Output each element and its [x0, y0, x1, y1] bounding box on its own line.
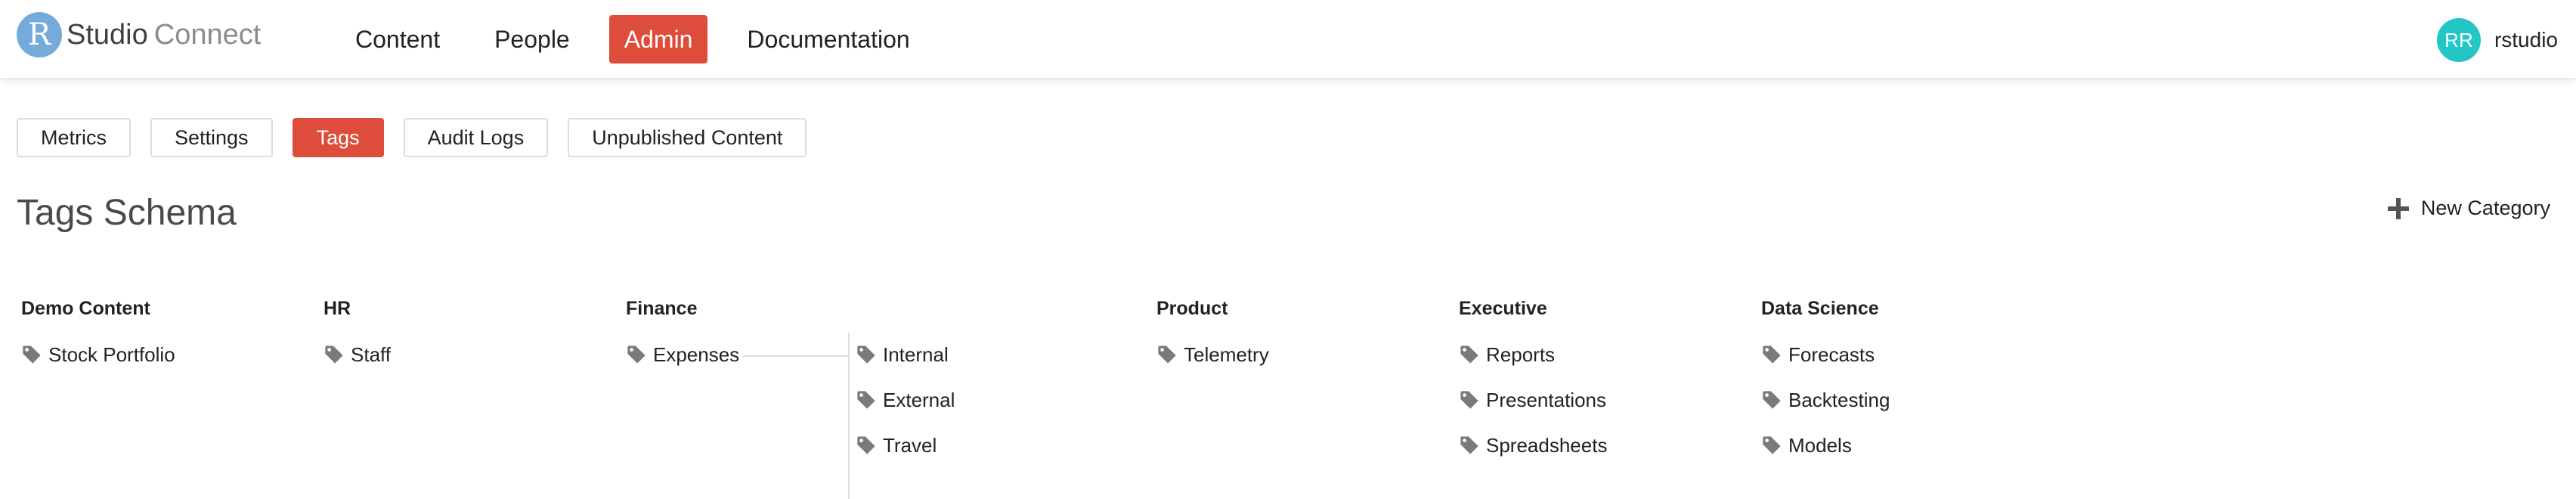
category-title[interactable]: Executive [1459, 298, 1607, 321]
tag-label: External [883, 388, 955, 411]
tag-item[interactable]: Reports [1459, 343, 1607, 366]
category-title[interactable]: Demo Content [21, 298, 175, 321]
category-hr: HR Staff [324, 298, 391, 389]
rstudio-connect-logo[interactable]: R Studio Connect [17, 12, 261, 57]
category-executive: Executive Reports Presentations Spreadsh… [1459, 298, 1607, 479]
r-logo-icon: R [17, 12, 62, 57]
tag-icon [1459, 389, 1480, 411]
username[interactable]: rstudio [2494, 28, 2558, 52]
nav-content[interactable]: Content [340, 15, 455, 64]
tag-item[interactable]: Staff [324, 343, 391, 366]
subtag-connector [742, 355, 848, 357]
tag-item[interactable]: Models [1761, 434, 1890, 457]
finance-subtags: Internal External Travel [856, 343, 955, 479]
tag-item[interactable]: Telemetry [1156, 343, 1269, 366]
category-title[interactable]: Product [1156, 298, 1269, 321]
tag-item[interactable]: Forecasts [1761, 343, 1890, 366]
tag-item[interactable]: Stock Portfolio [21, 343, 175, 366]
new-category-label: New Category [2420, 197, 2550, 219]
tag-label: Backtesting [1788, 388, 1890, 411]
plus-icon [2387, 197, 2409, 219]
subtag-divider [848, 333, 850, 499]
tag-icon [1761, 389, 1782, 411]
category-finance: Finance Expenses [626, 298, 739, 389]
nav-documentation[interactable]: Documentation [732, 15, 924, 64]
tag-item[interactable]: Travel [856, 434, 955, 457]
tag-icon [626, 344, 647, 365]
tag-label: Presentations [1486, 388, 1606, 411]
category-demo-content: Demo Content Stock Portfolio [21, 298, 175, 389]
tag-label: Internal [883, 342, 949, 366]
category-title[interactable]: HR [324, 298, 391, 321]
logo-name: Studio [67, 18, 148, 51]
nav-people[interactable]: People [479, 15, 585, 64]
category-title[interactable]: Finance [626, 298, 739, 321]
tag-label: Telemetry [1184, 342, 1269, 366]
tag-label: Forecasts [1788, 342, 1875, 366]
tab-unpublished-content[interactable]: Unpublished Content [568, 118, 807, 157]
tag-label: Travel [883, 433, 937, 457]
top-navbar: R Studio Connect Content People Admin Doc… [0, 0, 2576, 79]
tag-icon [324, 344, 345, 365]
tag-item[interactable]: Presentations [1459, 389, 1607, 411]
tag-label: Models [1788, 433, 1852, 457]
user-menu[interactable]: RR rstudio [2436, 18, 2558, 62]
main-nav: Content People Admin Documentation [340, 15, 949, 64]
tag-icon [1459, 435, 1480, 456]
tag-icon [1761, 435, 1782, 456]
tag-icon [1761, 344, 1782, 365]
tag-item[interactable]: Spreadsheets [1459, 434, 1607, 457]
tag-item[interactable]: External [856, 389, 955, 411]
tag-label: Spreadsheets [1486, 433, 1608, 457]
tag-icon [21, 344, 42, 365]
tab-settings[interactable]: Settings [150, 118, 273, 157]
tab-tags[interactable]: Tags [292, 118, 384, 157]
tag-icon [856, 344, 877, 365]
tab-metrics[interactable]: Metrics [17, 118, 131, 157]
category-product: Product Telemetry [1156, 298, 1269, 389]
tag-item[interactable]: Backtesting [1761, 389, 1890, 411]
logo-product: Connect [153, 18, 262, 51]
tag-item[interactable]: Expenses [626, 343, 739, 366]
tag-item[interactable]: Internal [856, 343, 955, 366]
tag-label: Staff [351, 342, 392, 366]
tag-icon [1156, 344, 1178, 365]
nav-admin[interactable]: Admin [608, 15, 708, 64]
category-title[interactable]: Data Science [1761, 298, 1890, 321]
tag-icon [856, 435, 877, 456]
tag-label: Expenses [653, 342, 740, 366]
avatar[interactable]: RR [2436, 18, 2481, 62]
page-title: Tags Schema [17, 193, 237, 233]
tag-icon [856, 389, 877, 411]
new-category-button[interactable]: New Category [2387, 197, 2550, 220]
tag-label: Reports [1486, 342, 1556, 366]
tag-icon [1459, 344, 1480, 365]
admin-subtabs: Metrics Settings Tags Audit Logs Unpubli… [17, 118, 826, 157]
tab-audit-logs[interactable]: Audit Logs [403, 118, 549, 157]
tag-label: Stock Portfolio [48, 342, 175, 366]
category-data-science: Data Science Forecasts Backtesting Model… [1761, 298, 1890, 479]
